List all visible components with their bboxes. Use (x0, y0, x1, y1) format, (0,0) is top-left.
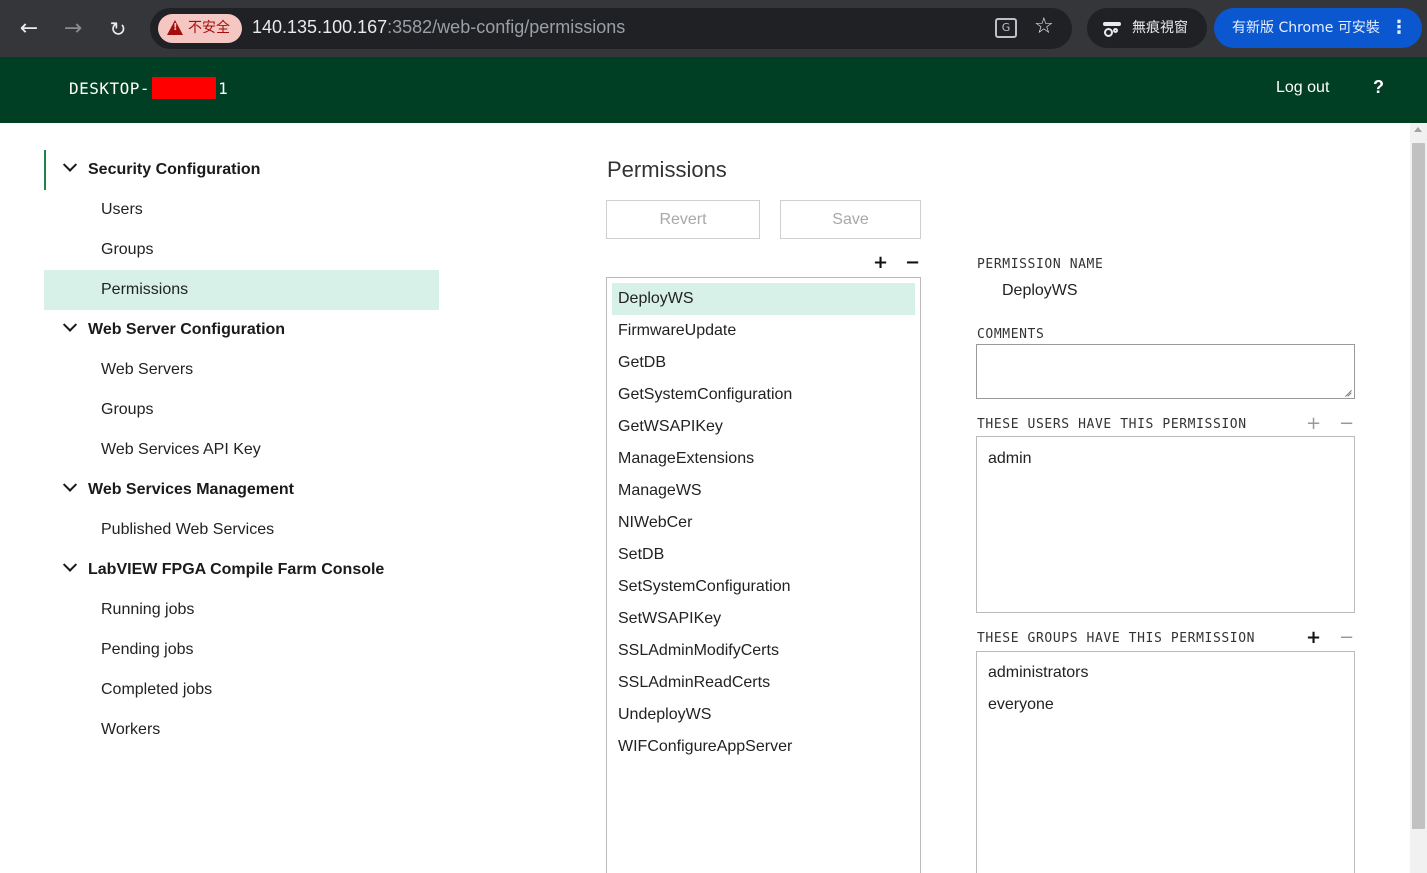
sidebar-item-api-key[interactable]: Web Services API Key (44, 430, 439, 470)
sidebar-item-published-services[interactable]: Published Web Services (44, 510, 439, 550)
sidebar-item-groups[interactable]: Groups (44, 230, 439, 270)
groups-label: THESE GROUPS HAVE THIS PERMISSION (977, 631, 1256, 646)
url-path: :3582/web-config/permissions (387, 17, 626, 37)
list-item[interactable]: NIWebCer (612, 507, 915, 539)
list-item[interactable]: ManageWS (612, 475, 915, 507)
page-scrollbar[interactable] (1410, 123, 1427, 873)
list-item[interactable]: SetDB (612, 539, 915, 571)
help-icon[interactable]: ? (1373, 77, 1384, 98)
add-user-icon[interactable]: + (1306, 415, 1321, 433)
redaction-box (152, 77, 217, 99)
list-item[interactable]: administrators (982, 657, 1349, 689)
list-item[interactable]: SSLAdminReadCerts (612, 667, 915, 699)
app-header: DESKTOP- 1 Log out ? (0, 57, 1427, 123)
section-title: Security Configuration (88, 161, 261, 178)
chevron-down-icon[interactable] (62, 557, 78, 572)
add-group-icon[interactable]: + (1306, 629, 1321, 647)
groups-list[interactable]: administrators everyone (976, 651, 1355, 873)
sidebar-item-permissions[interactable]: Permissions (44, 270, 439, 310)
host-name: DESKTOP- 1 (69, 77, 229, 99)
list-item[interactable]: WIFConfigureAppServer (612, 731, 915, 763)
host-prefix: DESKTOP- (69, 79, 151, 98)
comments-label: COMMENTS (977, 327, 1045, 342)
scroll-thumb[interactable] (1412, 143, 1425, 829)
section-title: Web Services Management (88, 481, 295, 498)
sidebar-item-web-servers[interactable]: Web Servers (44, 350, 439, 390)
remove-group-icon[interactable]: − (1339, 629, 1354, 647)
section-title: Web Server Configuration (88, 321, 286, 338)
incognito-button[interactable]: 無痕視窗 (1087, 8, 1207, 48)
sidebar-item-completed-jobs[interactable]: Completed jobs (44, 670, 439, 710)
list-item[interactable]: SetWSAPIKey (612, 603, 915, 635)
sidebar-section-fpga-farm[interactable]: LabVIEW FPGA Compile Farm Console (44, 550, 439, 590)
host-suffix: 1 (218, 79, 229, 98)
add-permission-icon[interactable]: + (873, 254, 888, 272)
users-label: THESE USERS HAVE THIS PERMISSION (977, 417, 1247, 432)
remove-permission-icon[interactable]: − (905, 254, 920, 272)
url-host: 140.135.100.167 (252, 17, 388, 37)
sidebar-item-server-groups[interactable]: Groups (44, 390, 439, 430)
chevron-down-icon[interactable] (62, 477, 78, 492)
list-item[interactable]: UndeployWS (612, 699, 915, 731)
sidebar-section-web-services[interactable]: Web Services Management (44, 470, 439, 510)
users-list[interactable]: admin (976, 436, 1355, 613)
sidebar: Security Configuration Users Groups Perm… (44, 150, 439, 750)
list-item[interactable]: GetWSAPIKey (612, 411, 915, 443)
chevron-down-icon[interactable] (62, 157, 78, 172)
sidebar-item-users[interactable]: Users (44, 190, 439, 230)
list-item[interactable]: DeployWS (612, 283, 915, 315)
revert-button[interactable]: Revert (606, 200, 760, 239)
security-label: 不安全 (188, 20, 230, 36)
list-item[interactable]: SetSystemConfiguration (612, 571, 915, 603)
sidebar-item-running-jobs[interactable]: Running jobs (44, 590, 439, 630)
incognito-icon (1103, 19, 1121, 37)
list-item[interactable]: FirmwareUpdate (612, 315, 915, 347)
security-chip[interactable]: 不安全 (158, 14, 242, 43)
list-item[interactable]: ManageExtensions (612, 443, 915, 475)
url-text[interactable]: 140.135.100.167:3582/web-config/permissi… (252, 17, 625, 38)
logout-link[interactable]: Log out (1276, 79, 1329, 97)
kebab-menu-icon[interactable]: ⋮ (1390, 8, 1408, 48)
list-item[interactable]: everyone (982, 689, 1349, 721)
permission-name-value: DeployWS (1002, 282, 1078, 299)
list-item[interactable]: GetSystemConfiguration (612, 379, 915, 411)
save-button[interactable]: Save (780, 200, 921, 239)
update-label: 有新版 Chrome 可安裝 (1232, 20, 1380, 36)
section-title: LabVIEW FPGA Compile Farm Console (88, 561, 385, 578)
sidebar-item-pending-jobs[interactable]: Pending jobs (44, 630, 439, 670)
sidebar-item-workers[interactable]: Workers (44, 710, 439, 750)
chevron-down-icon[interactable] (62, 317, 78, 332)
translate-icon[interactable]: G (995, 18, 1017, 38)
permission-list[interactable]: DeployWS FirmwareUpdate GetDB GetSystemC… (606, 277, 921, 873)
resize-grip-icon[interactable] (1342, 386, 1352, 396)
sidebar-section-web-server[interactable]: Web Server Configuration (44, 310, 439, 350)
warning-icon (167, 20, 183, 35)
scroll-up-arrow-icon[interactable] (1414, 127, 1422, 132)
comments-field[interactable] (976, 344, 1355, 399)
back-arrow-icon[interactable]: ← (14, 14, 44, 44)
list-item[interactable]: admin (982, 443, 1349, 475)
update-chrome-button[interactable]: 有新版 Chrome 可安裝 ⋮ (1214, 8, 1422, 48)
permission-name-label: PERMISSION NAME (977, 257, 1104, 272)
forward-arrow-icon[interactable]: → (58, 14, 88, 44)
star-icon[interactable]: ☆ (1034, 14, 1054, 39)
reload-icon[interactable]: ↻ (103, 14, 133, 44)
page-title: Permissions (607, 157, 727, 182)
list-item[interactable]: SSLAdminModifyCerts (612, 635, 915, 667)
sidebar-section-security[interactable]: Security Configuration (44, 150, 439, 190)
remove-user-icon[interactable]: − (1339, 415, 1354, 433)
incognito-label: 無痕視窗 (1132, 20, 1188, 36)
list-item[interactable]: GetDB (612, 347, 915, 379)
